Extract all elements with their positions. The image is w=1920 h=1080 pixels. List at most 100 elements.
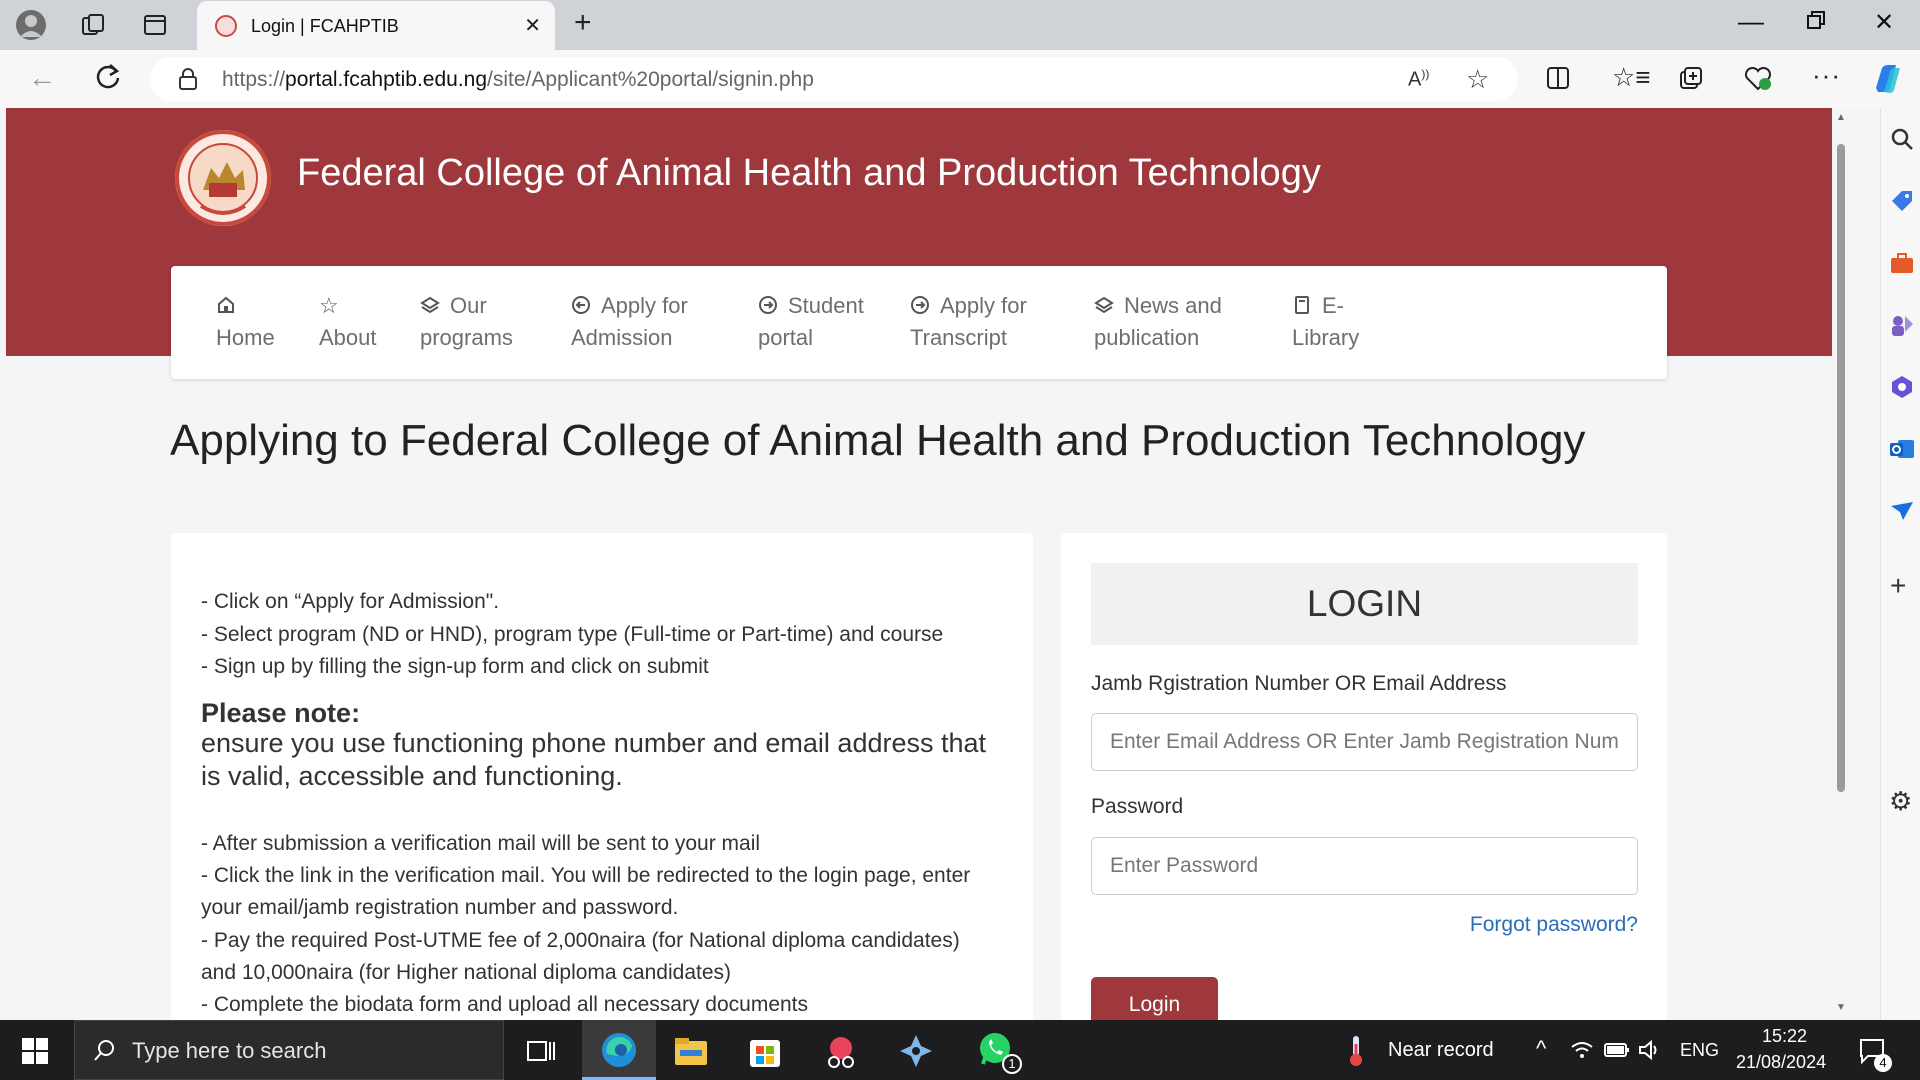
login-button[interactable]: Login <box>1091 977 1218 1020</box>
favorite-star-icon[interactable]: ☆ <box>1466 64 1489 95</box>
nav-news[interactable]: News and publication <box>1094 290 1222 354</box>
wifi-icon[interactable] <box>1570 1040 1594 1060</box>
profile-avatar[interactable] <box>14 8 48 42</box>
whatsapp-taskbar-button[interactable]: 1 <box>968 1020 1026 1080</box>
address-bar-row: ← https://portal.fcahptib.edu.ng/site/Ap… <box>0 50 1920 108</box>
circle-arrow-left-icon <box>572 296 590 314</box>
copilot-icon[interactable] <box>1870 62 1904 96</box>
split-screen-icon[interactable] <box>1545 65 1571 91</box>
nav-label-2: portal <box>758 325 814 350</box>
nav-student-portal[interactable]: Student portal <box>758 290 864 354</box>
battery-icon[interactable] <box>1604 1042 1630 1058</box>
scroll-down-icon[interactable]: ▼ <box>1836 1002 1846 1013</box>
nav-label: Home <box>216 325 275 350</box>
notification-count: 4 <box>1874 1054 1892 1072</box>
password-input[interactable] <box>1091 837 1638 895</box>
nav-apply-admission[interactable]: Apply for Admission <box>571 290 688 354</box>
tab-favicon-icon <box>215 15 237 37</box>
lock-icon[interactable] <box>178 68 198 90</box>
weather-text[interactable]: Near record <box>1388 1039 1494 1062</box>
more-options-icon[interactable]: ··· <box>1812 60 1841 91</box>
close-window-icon[interactable]: ✕ <box>1874 8 1894 37</box>
layers-icon <box>420 296 440 314</box>
back-icon[interactable]: ← <box>28 62 56 94</box>
file-explorer-icon[interactable] <box>672 1032 710 1070</box>
browser-tab[interactable]: Login | FCAHPTIB ✕ <box>197 1 555 50</box>
snipping-tool-icon[interactable] <box>822 1032 860 1070</box>
microsoft-store-icon[interactable] <box>746 1032 784 1070</box>
college-name: Federal College of Animal Health and Pro… <box>297 152 1321 194</box>
instruction-step: - Sign up by filling the sign-up form an… <box>201 655 709 678</box>
instruction-step: - Click on “Apply for Admission". <box>201 590 500 613</box>
scrollbar-thumb[interactable] <box>1837 144 1845 792</box>
clock-date[interactable]: 21/08/2024 <box>1736 1052 1826 1073</box>
instruction-step: and 10,000naira (for Higher national dip… <box>201 961 732 984</box>
college-logo[interactable] <box>173 128 273 228</box>
nav-label-2: publication <box>1094 325 1200 350</box>
taskbar-search-box[interactable]: Type here to search <box>74 1020 504 1080</box>
tray-chevron-icon[interactable]: ^ <box>1536 1036 1546 1062</box>
nav-label-2: Admission <box>571 325 673 350</box>
vertical-tabs-icon[interactable] <box>138 8 172 42</box>
instruction-step: - Complete the biodata form and upload a… <box>201 993 809 1016</box>
edge-taskbar-button[interactable] <box>582 1020 656 1080</box>
nav-label-2: Transcript <box>910 325 1007 350</box>
games-icon[interactable] <box>1889 312 1915 338</box>
volume-icon[interactable] <box>1638 1040 1662 1060</box>
nav-label: Our <box>450 293 487 318</box>
instruction-step: - Select program (ND or HND), program ty… <box>201 623 944 646</box>
thermometer-icon[interactable] <box>1344 1034 1368 1068</box>
page-scrollbar[interactable]: ▲ ▼ <box>1832 108 1850 1020</box>
scroll-up-icon[interactable]: ▲ <box>1836 112 1846 123</box>
collections-icon[interactable] <box>1678 65 1704 91</box>
search-icon <box>94 1040 114 1061</box>
restore-icon[interactable] <box>1806 10 1826 30</box>
nav-apply-transcript[interactable]: Apply for Transcript <box>910 290 1027 354</box>
clock-time[interactable]: 15:22 <box>1762 1026 1807 1047</box>
tab-title: Login | FCAHPTIB <box>251 16 399 36</box>
nav-about[interactable]: ☆ About <box>319 290 377 354</box>
note-heading: Please note: <box>201 698 361 728</box>
tools-icon[interactable] <box>1889 250 1915 276</box>
send-icon[interactable] <box>1889 498 1915 524</box>
edge-sidebar: + ⚙ <box>1880 108 1920 1020</box>
settings-gear-icon[interactable]: ⚙ <box>1889 786 1912 817</box>
taskbar-search-placeholder: Type here to search <box>132 1038 327 1063</box>
task-view-icon[interactable] <box>522 1032 560 1070</box>
windows-start-icon[interactable] <box>22 1038 48 1064</box>
instructions-card: - Click on “Apply for Admission". - Sele… <box>171 533 1033 1020</box>
new-tab-icon[interactable]: + <box>574 8 592 38</box>
tab-close-icon[interactable]: ✕ <box>524 13 541 38</box>
windows-taskbar: Type here to search 1 Near record ^ ENG … <box>0 1020 1920 1080</box>
id-label: Jamb Rgistration Number OR Email Address <box>1091 672 1507 695</box>
circle-arrow-right-icon <box>759 296 777 314</box>
star-icon: ☆ <box>319 293 339 318</box>
login-card: LOGIN Jamb Rgistration Number OR Email A… <box>1061 533 1667 1020</box>
nav-label: News and <box>1124 293 1222 318</box>
circle-arrow-right-icon <box>911 296 929 314</box>
search-icon[interactable] <box>1889 126 1915 152</box>
add-icon[interactable]: + <box>1890 570 1906 602</box>
nav-label: E- <box>1322 293 1344 318</box>
minimize-icon[interactable]: — <box>1738 6 1764 37</box>
pinned-app-icon[interactable] <box>897 1032 935 1070</box>
forgot-password-link[interactable]: Forgot password? <box>1470 913 1638 937</box>
favorites-icon[interactable]: ☆≡ <box>1612 62 1650 93</box>
outlook-icon[interactable] <box>1889 436 1915 462</box>
nav-label-2: Library <box>1292 325 1360 350</box>
microsoft-365-icon[interactable] <box>1889 374 1915 400</box>
email-jamb-input[interactable] <box>1091 713 1638 771</box>
read-aloud-icon[interactable]: A)) <box>1408 67 1429 92</box>
shopping-tag-icon[interactable] <box>1889 188 1915 214</box>
book-icon <box>1295 296 1309 314</box>
nav-label-2: programs <box>420 325 513 350</box>
home-icon <box>218 296 234 313</box>
workspaces-icon[interactable] <box>76 8 110 42</box>
browser-essentials-icon[interactable] <box>1744 65 1772 91</box>
nav-home[interactable]: Home <box>216 290 275 354</box>
language-indicator[interactable]: ENG <box>1680 1040 1719 1061</box>
url-field[interactable]: https://portal.fcahptib.edu.ng/site/Appl… <box>150 57 1518 101</box>
nav-programs[interactable]: Our programs <box>420 290 513 354</box>
nav-elibrary[interactable]: E- Library <box>1292 290 1359 354</box>
refresh-icon[interactable] <box>94 62 122 90</box>
